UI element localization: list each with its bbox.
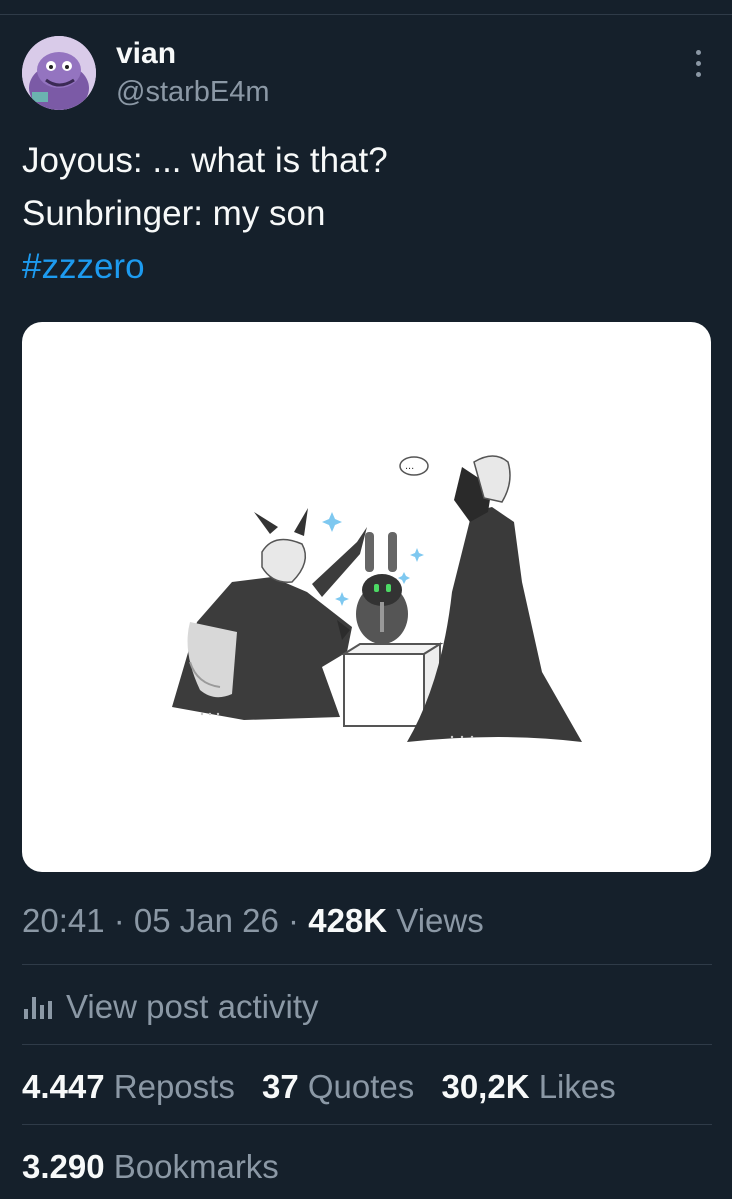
avatar[interactable] — [22, 36, 96, 110]
post-header: vian @starbE4m — [22, 36, 712, 112]
tweet-text: Joyous: ... what is that? Sunbringer: my… — [22, 134, 712, 293]
likes-count: 30,2K — [441, 1068, 530, 1105]
post-date[interactable]: 05 Jan 26 — [134, 902, 279, 939]
views-label: Views — [387, 902, 484, 939]
quotes-stat[interactable]: 37 Quotes — [262, 1068, 414, 1105]
tweet-line-1: Joyous: ... what is that? — [22, 141, 388, 180]
bookmarks-stat[interactable]: 3.290 Bookmarks — [22, 1144, 279, 1190]
bookmarks-label: Bookmarks — [104, 1148, 279, 1185]
quotes-count: 37 — [262, 1068, 299, 1105]
reposts-stat[interactable]: 4.447 Reposts — [22, 1068, 235, 1105]
views-count: 428K — [308, 902, 388, 939]
post-time[interactable]: 20:41 — [22, 902, 105, 939]
post-meta: 20:41 · 05 Jan 26 · 428K Views — [22, 898, 484, 944]
author-names: vian @starbE4m — [116, 36, 270, 112]
thought-bubble-text: ... — [405, 460, 414, 472]
user-handle[interactable]: @starbE4m — [116, 72, 270, 112]
avatar-image — [22, 36, 96, 110]
analytics-icon — [22, 995, 54, 1019]
quotes-label: Quotes — [298, 1068, 415, 1105]
tweet-line-2: Sunbringer: my son — [22, 194, 326, 233]
likes-label: Likes — [529, 1068, 616, 1105]
view-post-activity-button[interactable]: View post activity — [22, 984, 319, 1030]
hashtag-link[interactable]: #zzzero — [22, 240, 712, 293]
meta-separator: · — [278, 902, 309, 939]
post-image[interactable]: ... — [22, 322, 711, 872]
divider — [22, 1124, 712, 1125]
meta-separator: · — [104, 902, 134, 939]
engagement-stats: 4.447 Reposts 37 Quotes 30,2K Likes — [22, 1064, 634, 1110]
likes-stat[interactable]: 30,2K Likes — [441, 1068, 615, 1105]
display-name[interactable]: vian — [116, 36, 270, 72]
top-divider — [0, 14, 732, 15]
reposts-count: 4.447 — [22, 1068, 105, 1105]
more-options-icon[interactable] — [688, 50, 708, 86]
divider — [22, 1044, 712, 1045]
divider — [22, 964, 712, 965]
view-post-activity-label: View post activity — [66, 988, 319, 1025]
bookmarks-count: 3.290 — [22, 1148, 105, 1185]
illustration: ... — [172, 455, 582, 742]
reposts-label: Reposts — [104, 1068, 235, 1105]
